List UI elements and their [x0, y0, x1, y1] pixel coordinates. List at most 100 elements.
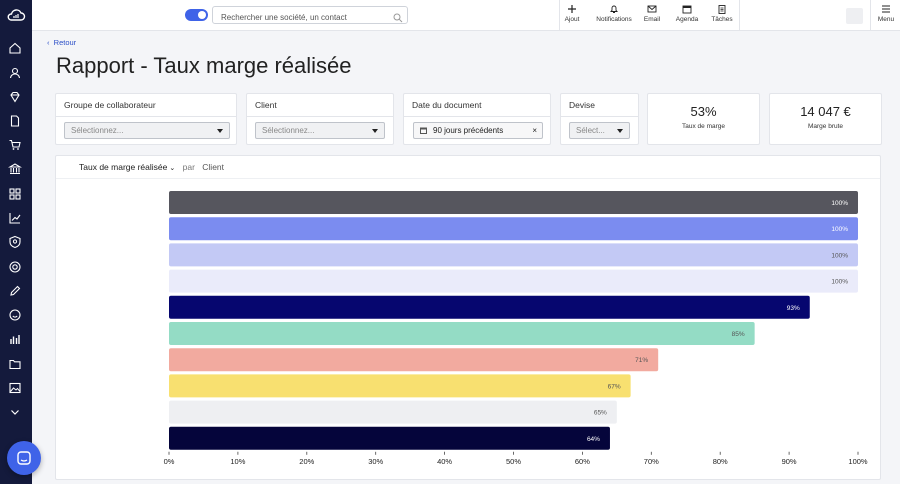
back-label: Retour [53, 38, 77, 47]
client-select-value: Sélectionnez... [262, 126, 315, 135]
menu-button[interactable]: Menu [875, 4, 897, 23]
chat-launcher-icon[interactable] [7, 441, 41, 475]
account-placeholder[interactable] [846, 8, 863, 24]
chart-card: Taux de marge réalisée ⌄ par Client 100% 1… [55, 155, 881, 480]
tasks-button[interactable]: Tâches [711, 4, 733, 23]
email-button[interactable]: Email [642, 4, 662, 23]
group-select-value: Sélectionnez... [71, 126, 124, 135]
bar-value-label: 64% [587, 436, 600, 443]
hamburger-icon [882, 5, 890, 13]
x-tick-label: 100% [848, 457, 868, 466]
topbar-divider [870, 0, 871, 31]
menu-label: Menu [877, 16, 895, 23]
margin-rate-kpi: 53% Taux de marge [647, 93, 760, 145]
date-filter-label: Date du document [412, 100, 482, 110]
back-link[interactable]: ‹ Retour [47, 38, 76, 47]
search-box[interactable] [212, 6, 408, 26]
folder-icon[interactable] [8, 357, 22, 371]
tasks-label: Tâches [711, 16, 733, 23]
cloud-logo-icon[interactable] [6, 6, 26, 24]
cart-icon[interactable] [8, 138, 22, 152]
margin-rate-label: Taux de marge [682, 123, 725, 130]
x-tick-label: 90% [782, 457, 797, 466]
topbar-divider [739, 0, 740, 31]
mode-toggle[interactable] [185, 9, 208, 21]
clipboard-icon [718, 5, 726, 14]
bar-chart: 100% 100% 100% 100% 93% 85% 71% 67% 65% 64% 0% 10% 2… [164, 191, 868, 466]
currency-filter-card: Devise Sélect... [560, 93, 639, 145]
card-divider [404, 116, 550, 117]
bar-7[interactable] [169, 374, 631, 398]
search-icon[interactable] [393, 10, 403, 23]
clear-icon[interactable]: × [532, 126, 537, 135]
search-input[interactable] [213, 9, 383, 26]
x-tick-label: 50% [506, 457, 521, 466]
calendar-icon [420, 127, 427, 134]
bar-2[interactable] [169, 243, 858, 267]
document-icon[interactable] [8, 114, 22, 128]
bar-value-label: 100% [831, 200, 848, 207]
chevron-down-icon[interactable] [8, 405, 22, 419]
currency-select-value: Sélect... [576, 126, 605, 135]
chevron-left-icon: ‹ [47, 38, 50, 47]
bar-9[interactable] [169, 426, 610, 450]
bar-6[interactable] [169, 348, 659, 372]
bar-0[interactable] [169, 191, 858, 214]
currency-select[interactable]: Sélect... [569, 122, 630, 139]
client-select[interactable]: Sélectionnez... [255, 122, 385, 139]
bar-value-label: 65% [594, 410, 607, 417]
trend-icon[interactable] [8, 211, 22, 225]
gross-margin-kpi: 14 047 € Marge brute [769, 93, 882, 145]
agenda-label: Agenda [675, 16, 699, 23]
sidebar [0, 0, 32, 484]
date-range-field[interactable]: 90 jours précédents × [413, 122, 543, 139]
caret-down-icon [617, 129, 623, 133]
notifications-label: Notifications [596, 16, 632, 23]
bars-icon[interactable] [8, 332, 22, 346]
caret-down-icon [217, 129, 223, 133]
plus-icon [568, 5, 576, 13]
x-tick-label: 10% [230, 457, 245, 466]
bar-5[interactable] [169, 322, 755, 345]
bar-8[interactable] [169, 400, 617, 424]
user-icon[interactable] [8, 66, 22, 80]
notifications-button[interactable]: Notifications [594, 4, 634, 23]
image-icon[interactable] [8, 381, 22, 395]
top-bar: Ajout Notifications Email Agenda Tâches … [32, 0, 900, 31]
group-select[interactable]: Sélectionnez... [64, 122, 230, 139]
diamond-icon[interactable] [8, 90, 22, 104]
date-filter-card: Date du document 90 jours précédents × [403, 93, 551, 145]
bar-4[interactable] [169, 295, 810, 319]
card-divider [247, 116, 393, 117]
x-tick-label: 30% [368, 457, 383, 466]
group-filter-card: Groupe de collaborateur Sélectionnez... [55, 93, 237, 145]
add-label: Ajout [564, 16, 580, 23]
email-label: Email [643, 16, 661, 23]
card-divider [561, 116, 638, 117]
x-tick-label: 40% [437, 457, 452, 466]
bar-1[interactable] [169, 217, 858, 241]
topbar-divider [559, 0, 560, 31]
pencil-icon[interactable] [8, 284, 22, 298]
page-title: Rapport - Taux marge réalisée [56, 53, 352, 78]
badge-icon[interactable] [8, 235, 22, 249]
grid-icon[interactable] [8, 187, 22, 201]
agenda-button[interactable]: Agenda [675, 4, 699, 23]
bar-3[interactable] [169, 269, 858, 293]
x-tick-label: 70% [644, 457, 659, 466]
smiley-icon[interactable] [8, 308, 22, 322]
bar-value-label: 100% [831, 279, 848, 286]
home-icon[interactable] [8, 41, 22, 55]
calendar-icon [682, 5, 692, 14]
bank-icon[interactable] [8, 162, 22, 176]
bar-value-label: 85% [732, 331, 745, 338]
x-tick-label: 60% [575, 457, 590, 466]
target-icon[interactable] [8, 260, 22, 274]
x-tick-label: 20% [299, 457, 314, 466]
bar-value-label: 67% [608, 383, 621, 390]
gross-margin-label: Marge brute [807, 123, 844, 130]
group-filter-label: Groupe de collaborateur [64, 100, 156, 110]
caret-down-icon [372, 129, 378, 133]
add-button[interactable]: Ajout [562, 4, 582, 23]
margin-rate-value: 53% [690, 104, 717, 119]
